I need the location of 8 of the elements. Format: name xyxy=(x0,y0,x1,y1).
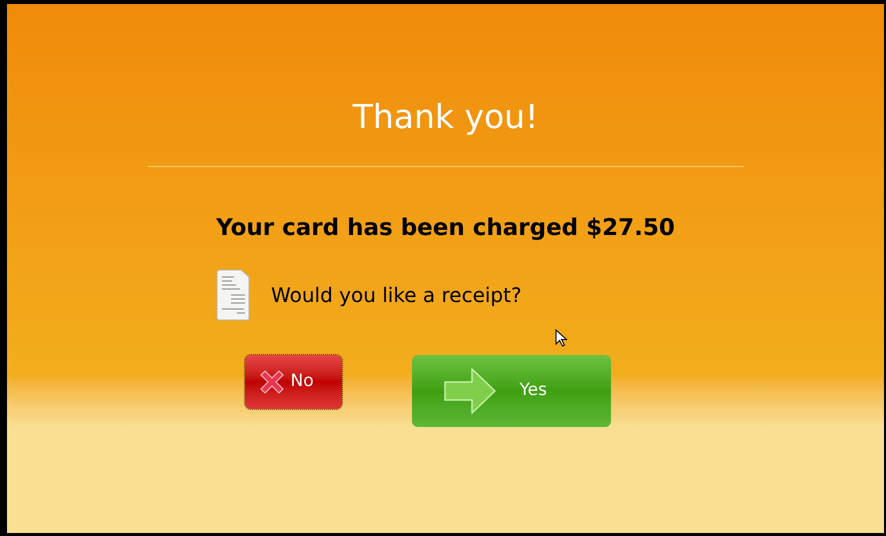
arrow-right-icon xyxy=(444,368,496,414)
mouse-cursor-icon xyxy=(555,329,569,347)
receipt-prompt: Would you like a receipt? xyxy=(271,282,522,309)
yes-button[interactable]: Yes xyxy=(412,355,610,427)
charge-message: Your card has been charged $27.50 xyxy=(216,214,675,242)
no-button[interactable]: No xyxy=(244,355,342,409)
thank-you-title: Thank you! xyxy=(352,96,538,138)
receipt-icon xyxy=(215,269,251,321)
